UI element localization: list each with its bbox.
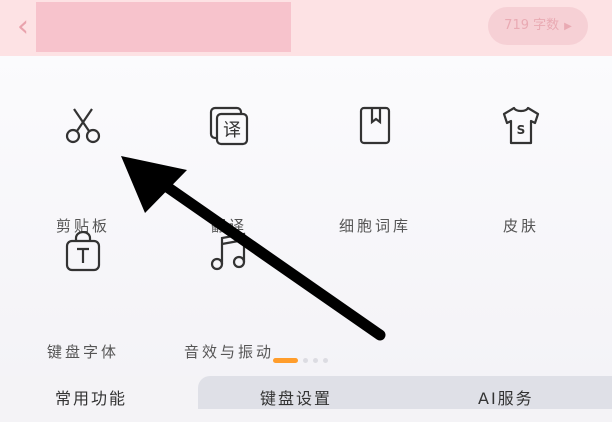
annotation-arrow bbox=[121, 156, 386, 341]
